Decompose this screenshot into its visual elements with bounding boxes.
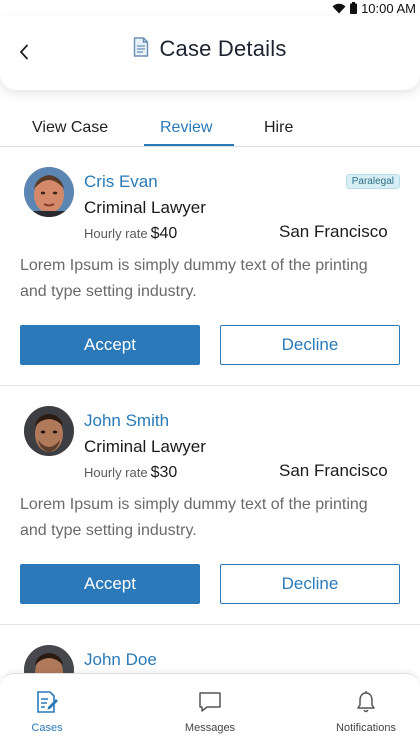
avatar[interactable] <box>24 167 74 217</box>
tab-view-case[interactable]: View Case <box>32 119 108 137</box>
hourly-rate-value: $40 <box>150 225 178 242</box>
candidate-location: San Francisco <box>279 461 388 480</box>
hourly-rate: Hourly rate $40 <box>84 225 177 243</box>
candidate-name[interactable]: John Smith <box>84 411 169 431</box>
accept-button[interactable]: Accept <box>20 325 200 365</box>
candidate-location: San Francisco <box>279 222 388 241</box>
candidate-description: Lorem Ipsum is simply dummy text of the … <box>20 257 368 300</box>
hourly-rate-value: $30 <box>150 464 178 481</box>
bottom-navigation: Cases Messages Notifications <box>0 673 420 747</box>
candidate-card: John Smith Criminal Lawyer Hourly rate $3… <box>0 387 420 625</box>
candidate-name[interactable]: Cris Evan <box>84 172 158 192</box>
candidate-role: Criminal Lawyer <box>84 437 206 456</box>
hourly-rate: Hourly rate $30 <box>84 464 177 482</box>
decline-button[interactable]: Decline <box>220 564 400 604</box>
battery-icon <box>350 2 358 14</box>
tab-hire[interactable]: Hire <box>264 119 293 137</box>
wifi-icon <box>332 3 346 14</box>
status-bar: 10:00 AM <box>0 0 420 16</box>
candidate-card: Cris Evan Paralegal Criminal Lawyer Hour… <box>0 148 420 386</box>
hourly-rate-label: Hourly rate <box>84 226 148 241</box>
nav-cases[interactable]: Cases <box>0 674 117 747</box>
nav-label: Cases <box>31 722 63 734</box>
candidate-role: Criminal Lawyer <box>84 198 206 217</box>
header-title-wrap: Case Details <box>0 36 420 62</box>
status-time: 10:00 AM <box>361 0 416 16</box>
avatar[interactable] <box>24 406 74 456</box>
nav-label: Messages <box>184 722 236 734</box>
role-badge: Paralegal <box>345 174 400 189</box>
app-header: Case Details <box>0 16 420 90</box>
page-title: Case Details <box>159 36 287 61</box>
tab-bar: View Case Review Hire <box>0 113 420 147</box>
active-tab-indicator <box>144 144 234 146</box>
bell-icon <box>355 690 377 714</box>
nav-label: Notifications <box>336 722 396 734</box>
nav-messages[interactable]: Messages <box>140 674 280 747</box>
status-right: 10:00 AM <box>332 0 416 16</box>
cases-icon <box>35 690 59 714</box>
candidate-name[interactable]: John Doe <box>84 650 157 670</box>
candidate-description: Lorem Ipsum is simply dummy text of the … <box>20 496 368 539</box>
accept-button[interactable]: Accept <box>20 564 200 604</box>
document-icon <box>133 36 149 62</box>
decline-button[interactable]: Decline <box>220 325 400 365</box>
message-icon <box>198 690 222 714</box>
nav-notifications[interactable]: Notifications <box>296 674 420 747</box>
hourly-rate-label: Hourly rate <box>84 465 148 480</box>
tab-review[interactable]: Review <box>160 119 212 137</box>
